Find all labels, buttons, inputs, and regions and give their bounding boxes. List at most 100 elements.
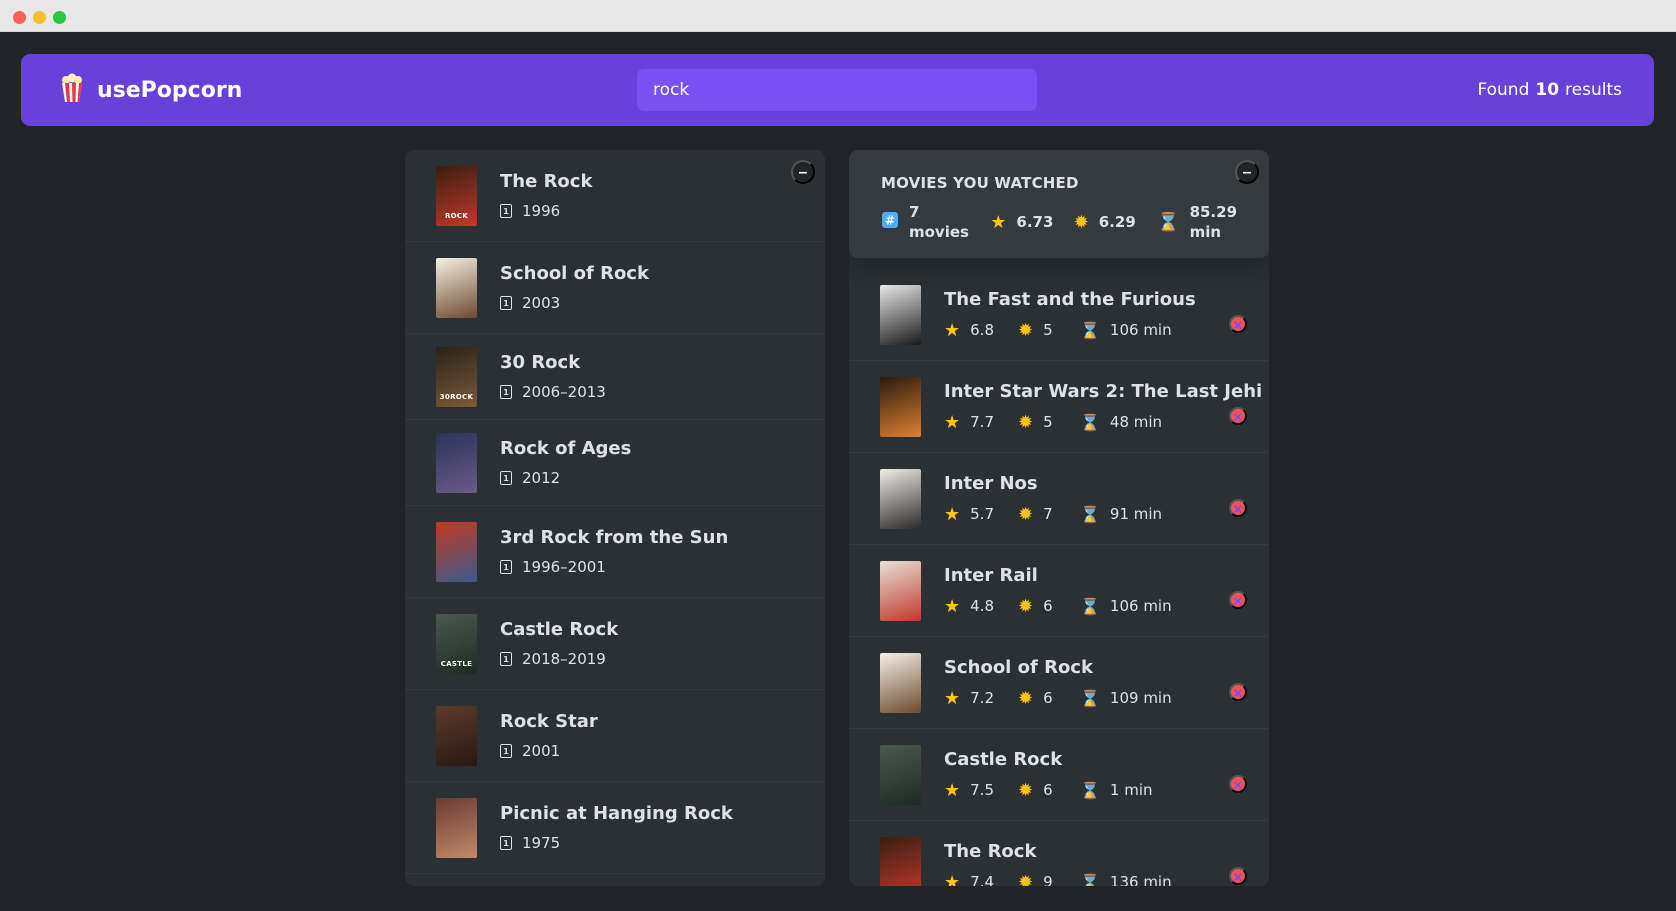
hourglass-icon: ⌛ <box>1080 596 1100 616</box>
maximize-window-button[interactable] <box>53 11 66 24</box>
movie-title: 3rd Rock from the Sun <box>500 527 729 548</box>
avg-user-value: 6.29 <box>1098 213 1136 231</box>
watched-box: – MOVIES YOU WATCHED # 7 movies ★ 6.73 ✹ … <box>849 150 1269 886</box>
search-result-item[interactable]: ROCK The Rock 1 1996 <box>405 150 825 242</box>
imdb-rating: 7.7 <box>970 413 994 431</box>
search-results-list: ROCK The Rock 1 1996 School of Rock 1 2003 30RO… <box>405 150 825 874</box>
calendar-icon: 1 <box>500 652 512 666</box>
app-root: usePopcorn Found 10 results – ROCK The Ro… <box>0 32 1676 911</box>
results-prefix: Found <box>1477 80 1530 100</box>
search-result-item[interactable]: Rock Star 1 2001 <box>405 690 825 782</box>
star-icon: ★ <box>990 211 1007 233</box>
count-unit: movies <box>909 223 969 241</box>
watched-movie-title: Inter Rail <box>944 564 1038 586</box>
movie-year: 1996–2001 <box>522 558 606 576</box>
hourglass-icon: ⌛ <box>1080 688 1100 708</box>
avg-imdb-value: 6.73 <box>1016 213 1054 231</box>
delete-watched-button[interactable]: ✕ <box>1229 866 1247 885</box>
sun-icon: ✹ <box>1018 871 1034 887</box>
delete-watched-button[interactable]: ✕ <box>1229 590 1247 609</box>
user-rating: 9 <box>1043 873 1053 886</box>
results-suffix: results <box>1565 80 1622 100</box>
watched-movie-title: School of Rock <box>944 656 1093 678</box>
stat-avg-user: ✹ 6.29 <box>1074 212 1157 233</box>
search-result-item[interactable]: School of Rock 1 2003 <box>405 242 825 334</box>
movie-title: The Rock <box>500 171 593 192</box>
calendar-icon: 1 <box>500 296 512 310</box>
delete-watched-button[interactable]: ✕ <box>1229 314 1247 333</box>
watched-movie-title: Inter Nos <box>944 472 1038 494</box>
star-icon: ★ <box>944 503 961 525</box>
movie-poster <box>436 432 477 493</box>
movie-year: 2003 <box>522 294 561 312</box>
watched-movie-title: Inter Star Wars 2: The Last Jehi <box>944 380 1263 402</box>
movie-poster <box>436 797 477 858</box>
movie-poster <box>436 521 477 582</box>
watched-movie-item: The Fast and the Furious ★ 6.8 ✹ 5 ⌛ 106 min ✕ <box>849 269 1269 361</box>
user-rating: 7 <box>1043 505 1053 523</box>
imdb-rating: 7.2 <box>970 689 994 707</box>
hourglass-icon: ⌛ <box>1080 780 1100 800</box>
star-icon: ★ <box>944 779 961 801</box>
summary-stats: # 7 movies ★ 6.73 ✹ 6.29 ⌛ 85.29 min <box>881 202 1237 242</box>
logo: usePopcorn <box>59 54 242 126</box>
user-rating: 6 <box>1043 597 1053 615</box>
delete-watched-button[interactable]: ✕ <box>1229 406 1247 425</box>
movie-poster <box>880 744 921 805</box>
movie-poster <box>880 652 921 713</box>
stat-movie-count: # 7 movies <box>881 202 990 242</box>
imdb-rating: 7.4 <box>970 873 994 886</box>
search-result-item[interactable]: 30ROCK 30 Rock 1 2006–2013 <box>405 334 825 420</box>
close-window-button[interactable] <box>13 11 26 24</box>
delete-watched-button[interactable]: ✕ <box>1229 682 1247 701</box>
movie-poster <box>436 705 477 766</box>
search-result-item[interactable]: 3rd Rock from the Sun 1 1996–2001 <box>405 506 825 598</box>
movie-poster <box>880 836 921 886</box>
avg-runtime-unit: min <box>1189 223 1222 241</box>
watched-movie-item: School of Rock ★ 7.2 ✹ 6 ⌛ 109 min ✕ <box>849 637 1269 729</box>
movie-poster <box>880 284 921 345</box>
calendar-icon: 1 <box>500 836 512 850</box>
minimize-window-button[interactable] <box>33 11 46 24</box>
runtime: 91 min <box>1109 505 1163 523</box>
movie-title: Castle Rock <box>500 619 619 640</box>
watched-movie-item: Inter Star Wars 2: The Last Jehi ★ 7.7 ✹ 5 ⌛ 4… <box>849 361 1269 453</box>
movie-poster <box>880 376 921 437</box>
imdb-rating: 5.7 <box>970 505 994 523</box>
search-result-item[interactable]: Picnic at Hanging Rock 1 1975 <box>405 782 825 874</box>
watched-movie-title: The Fast and the Furious <box>944 288 1196 310</box>
search-input[interactable] <box>637 69 1037 111</box>
calendar-icon: 1 <box>500 471 512 485</box>
movie-poster <box>880 468 921 529</box>
sun-icon: ✹ <box>1018 319 1034 341</box>
movie-title: Rock Star <box>500 711 598 732</box>
runtime: 106 min <box>1109 321 1172 339</box>
watched-movie-item: Castle Rock ★ 7.5 ✹ 6 ⌛ 1 min ✕ <box>849 729 1269 821</box>
stat-avg-imdb: ★ 6.73 <box>990 212 1073 233</box>
runtime: 1 min <box>1109 781 1153 799</box>
hourglass-icon: ⌛ <box>1080 872 1100 887</box>
search-result-item[interactable]: CASTLE Castle Rock 1 2018–2019 <box>405 598 825 690</box>
movie-poster <box>436 257 477 318</box>
star-icon: ★ <box>944 595 961 617</box>
delete-watched-button[interactable]: ✕ <box>1229 498 1247 517</box>
user-rating: 6 <box>1043 781 1053 799</box>
imdb-rating: 7.5 <box>970 781 994 799</box>
search-result-item[interactable]: Rock of Ages 1 2012 <box>405 420 825 506</box>
results-number: 10 <box>1535 80 1560 100</box>
calendar-icon: 1 <box>500 560 512 574</box>
delete-watched-button[interactable]: ✕ <box>1229 774 1247 793</box>
movie-title: School of Rock <box>500 263 649 284</box>
watched-movie-item: The Rock ★ 7.4 ✹ 9 ⌛ 136 min ✕ <box>849 821 1269 886</box>
calendar-icon: 1 <box>500 204 512 218</box>
movie-year: 1975 <box>522 834 561 852</box>
star-icon: ★ <box>944 319 961 341</box>
user-rating: 5 <box>1043 321 1053 339</box>
sun-icon: ✹ <box>1018 779 1034 801</box>
collapse-watched-button[interactable]: – <box>1235 160 1259 184</box>
user-rating: 6 <box>1043 689 1053 707</box>
runtime: 48 min <box>1109 413 1163 431</box>
movie-poster: ROCK <box>436 165 477 226</box>
collapse-results-button[interactable]: – <box>791 160 815 184</box>
stat-avg-runtime: ⌛ 85.29 min <box>1157 202 1237 242</box>
